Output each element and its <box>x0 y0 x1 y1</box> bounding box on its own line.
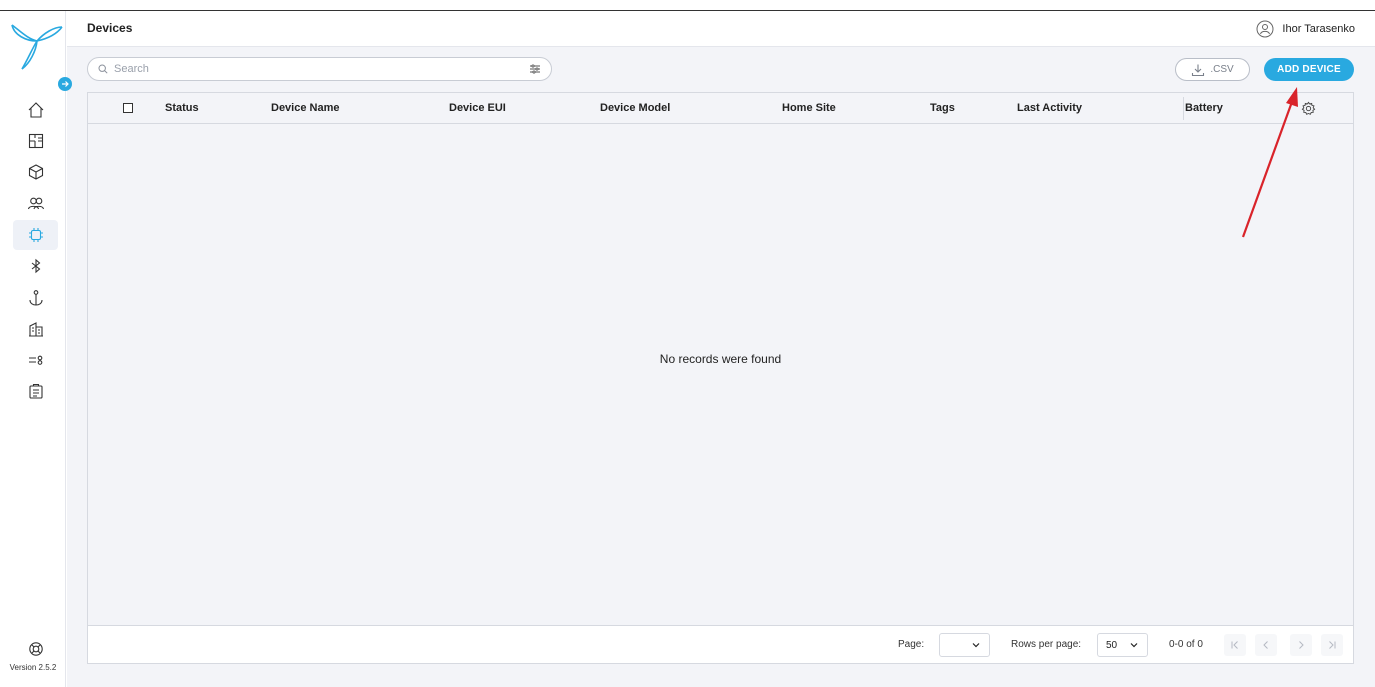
top-header: Devices Ihor Tarasenko <box>67 11 1375 47</box>
sidebar-item-bluetooth[interactable] <box>13 251 58 281</box>
chevron-down-icon <box>972 643 980 648</box>
chip-icon <box>28 228 43 242</box>
download-icon <box>1192 64 1205 76</box>
next-page-button[interactable] <box>1290 634 1312 656</box>
page-select[interactable] <box>939 633 990 657</box>
rules-icon <box>28 355 42 365</box>
export-csv-button[interactable]: .CSV <box>1175 58 1250 81</box>
pagination-range: 0-0 of 0 <box>1169 639 1203 650</box>
floorplan-icon <box>28 133 43 149</box>
user-name: Ihor Tarasenko <box>1282 23 1355 35</box>
anchor-icon <box>28 290 43 306</box>
column-header-device-model[interactable]: Device Model <box>600 102 670 114</box>
search-input[interactable] <box>114 63 529 75</box>
user-menu[interactable]: Ihor Tarasenko <box>1256 20 1355 38</box>
sidebar-item-rules[interactable] <box>13 345 58 375</box>
version-label: Version 2.5.2 <box>9 663 57 672</box>
chevron-left-icon <box>1263 641 1268 649</box>
filter-sliders-icon[interactable] <box>529 63 541 75</box>
previous-page-button[interactable] <box>1255 634 1277 656</box>
add-device-button[interactable]: ADD DEVICE <box>1264 58 1354 81</box>
chevron-right-icon <box>1299 641 1304 649</box>
search-box[interactable] <box>87 57 552 81</box>
column-header-home-site[interactable]: Home Site <box>782 102 836 114</box>
sidebar-item-buildings[interactable] <box>13 314 58 344</box>
select-all-checkbox[interactable] <box>123 103 133 113</box>
cube-icon <box>28 164 43 180</box>
sidebar-item-devices[interactable] <box>13 220 58 250</box>
bluetooth-icon <box>31 258 40 274</box>
sidebar-expand-button[interactable] <box>58 77 72 91</box>
chevron-down-icon <box>1130 643 1138 648</box>
sidebar-item-anchors[interactable] <box>13 283 58 313</box>
first-page-button[interactable] <box>1224 634 1246 656</box>
page-title: Devices <box>87 21 133 35</box>
table-pagination: Page: Rows per page: 50 0-0 of 0 <box>88 625 1353 663</box>
table-header: Status Device Name Device EUI Device Mod… <box>88 93 1353 124</box>
column-header-tags[interactable]: Tags <box>930 102 955 114</box>
main-content: .CSV ADD DEVICE Status Device Name Devic… <box>67 47 1375 687</box>
page-label: Page: <box>898 639 925 650</box>
help-lifebuoy-icon[interactable] <box>28 641 44 657</box>
users-icon <box>27 197 44 210</box>
last-page-icon <box>1329 641 1336 649</box>
rows-per-page-select[interactable]: 50 <box>1097 633 1148 657</box>
column-header-last-activity[interactable]: Last Activity <box>1017 102 1082 114</box>
sidebar-item-assets[interactable] <box>13 157 58 187</box>
arrow-right-icon <box>62 81 69 87</box>
first-page-icon <box>1231 641 1238 649</box>
building-icon <box>28 322 43 337</box>
column-header-device-eui[interactable]: Device EUI <box>449 102 506 114</box>
gear-icon[interactable] <box>1301 101 1316 116</box>
empty-state-message: No records were found <box>659 352 782 366</box>
export-csv-label: .CSV <box>1210 64 1234 75</box>
home-icon <box>28 102 43 118</box>
sidebar-item-reports[interactable] <box>13 376 58 406</box>
column-divider <box>1183 97 1184 120</box>
last-page-button[interactable] <box>1321 634 1343 656</box>
clipboard-icon <box>28 383 43 399</box>
column-header-status[interactable]: Status <box>165 102 199 114</box>
column-header-device-name[interactable]: Device Name <box>271 102 340 114</box>
rows-per-page-value: 50 <box>1106 639 1118 651</box>
sidebar-item-people[interactable] <box>13 188 58 218</box>
sidebar-item-floorplan[interactable] <box>13 126 58 156</box>
sidebar: Version 2.5.2 <box>0 11 66 687</box>
search-icon <box>98 64 108 74</box>
devices-table: Status Device Name Device EUI Device Mod… <box>87 92 1354 664</box>
user-avatar-icon <box>1256 20 1274 38</box>
sidebar-item-home[interactable] <box>13 95 58 125</box>
rows-per-page-label: Rows per page: <box>1011 639 1082 650</box>
column-header-battery[interactable]: Battery <box>1185 102 1223 114</box>
logo-icon[interactable] <box>10 19 64 75</box>
